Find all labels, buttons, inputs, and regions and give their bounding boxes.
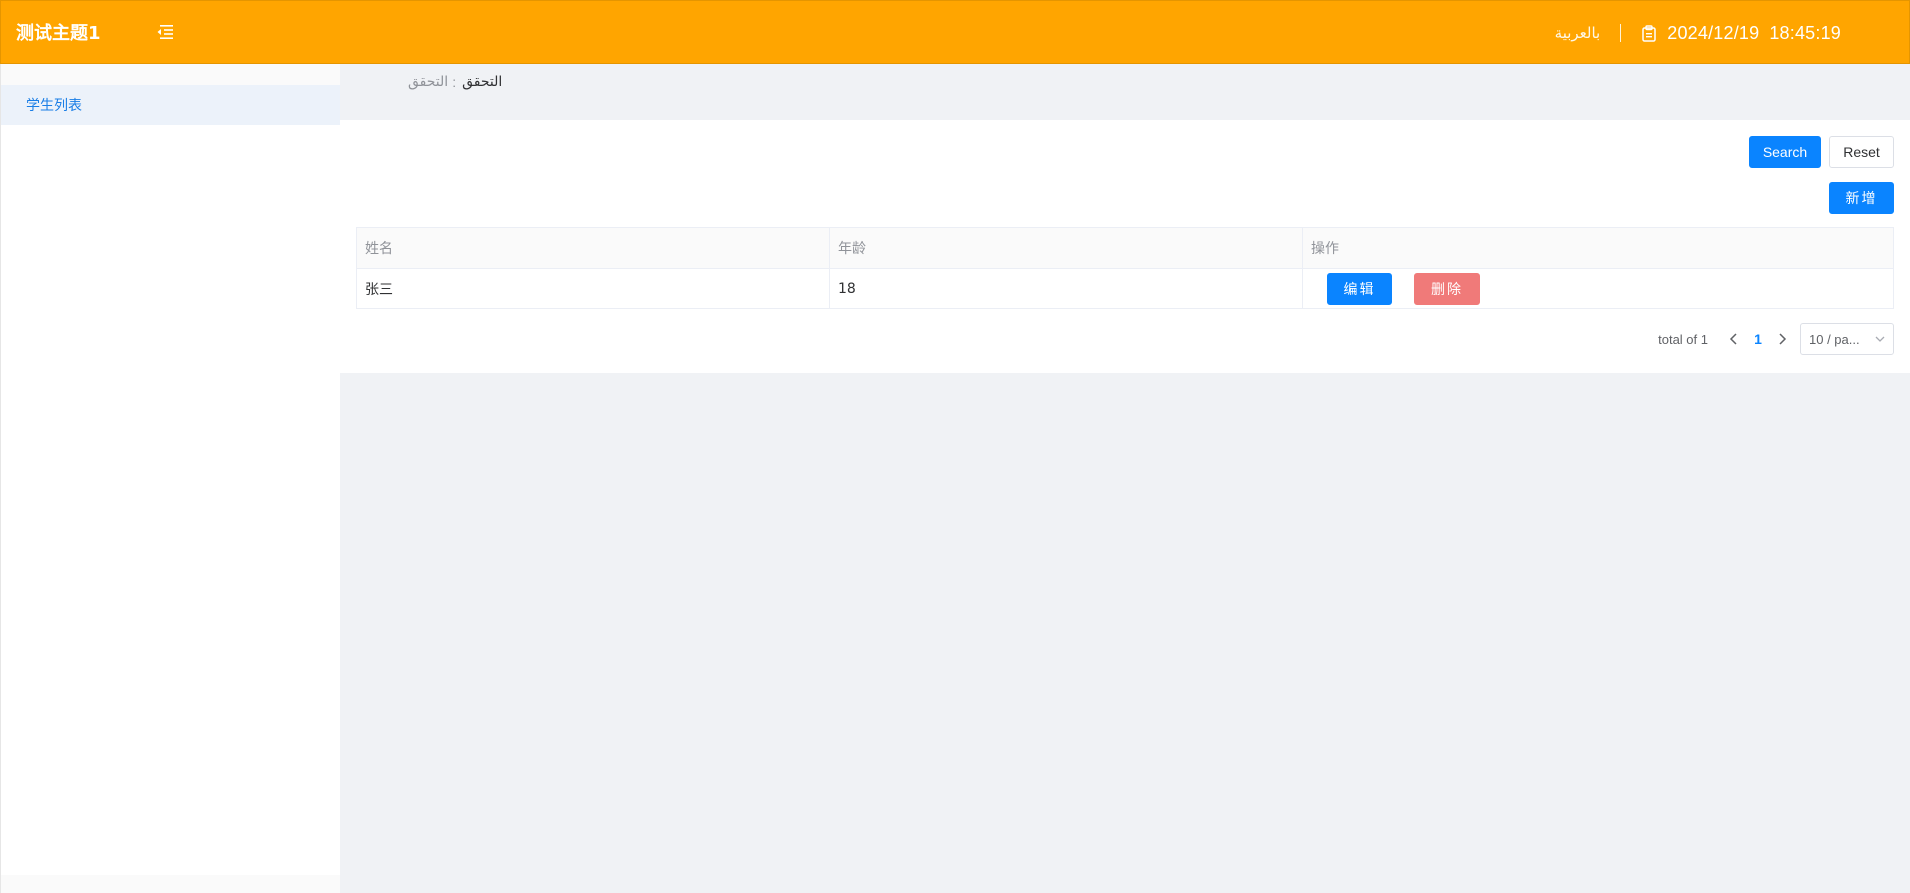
breadcrumb-bar: التحقق : التحقق — [340, 64, 1910, 120]
header-divider — [1620, 24, 1622, 42]
chevron-left-icon — [1729, 333, 1737, 345]
breadcrumb-separator: : — [452, 73, 457, 90]
sidebar-item-label: 学生列表 — [26, 98, 82, 114]
next-page-button[interactable] — [1770, 333, 1794, 345]
pagination-total: total of 1 — [1658, 331, 1708, 347]
menu-toggle-button[interactable] — [154, 21, 176, 43]
table-header-row: 姓名 年龄 操作 — [357, 228, 1893, 268]
table-row: 张三 18 编辑 删除 — [357, 268, 1893, 308]
sidebar-top-strip — [1, 64, 340, 85]
pagination: total of 1 1 10 / pa... — [1658, 323, 1894, 355]
search-button[interactable]: Search — [1749, 136, 1821, 168]
edit-button[interactable]: 编辑 — [1327, 273, 1392, 305]
header-right: بالعربية 2024/12/19 18:45:19 — [1555, 1, 1841, 65]
cell-actions: 编辑 删除 — [1303, 269, 1893, 308]
reset-button[interactable]: Reset — [1829, 136, 1894, 168]
breadcrumb-current: التحقق — [462, 73, 503, 89]
column-header-age: 年龄 — [830, 228, 1303, 268]
sidebar-item-student-list[interactable]: 学生列表 — [1, 85, 340, 125]
delete-button[interactable]: 删除 — [1414, 273, 1480, 305]
sidebar-bottom-strip — [1, 875, 340, 893]
chevron-right-icon — [1779, 333, 1787, 345]
breadcrumb-parent[interactable]: التحقق — [408, 73, 448, 90]
sidebar: 学生列表 — [0, 64, 340, 893]
page-size-select[interactable]: 10 / pa... — [1800, 323, 1894, 355]
breadcrumb: التحقق : التحقق — [408, 73, 502, 90]
student-table: 姓名 年龄 操作 张三 18 编辑 删除 — [356, 227, 1894, 309]
add-button[interactable]: 新增 — [1829, 182, 1894, 214]
top-header: 测试主题1 بالعربية 2024/12/19 18:45:19 — [0, 0, 1910, 64]
cell-age: 18 — [830, 269, 1303, 308]
calendar-icon — [1641, 24, 1659, 42]
page-number[interactable]: 1 — [1746, 331, 1770, 347]
language-switch[interactable]: بالعربية — [1555, 24, 1601, 42]
current-date: 2024/12/19 — [1667, 22, 1760, 43]
page-size-value: 10 / pa... — [1809, 331, 1860, 347]
column-header-name: 姓名 — [357, 228, 830, 268]
prev-page-button[interactable] — [1722, 333, 1746, 345]
current-datetime: 2024/12/19 18:45:19 — [1667, 23, 1841, 44]
chevron-down-icon — [1875, 336, 1885, 342]
app-title: 测试主题1 — [16, 23, 101, 44]
main-content: Search Reset 新增 姓名 年龄 操作 张三 18 编辑 删除 tot… — [340, 120, 1910, 373]
current-time: 18:45:19 — [1769, 22, 1841, 43]
outdent-icon — [157, 25, 173, 39]
cell-name: 张三 — [357, 269, 830, 308]
column-header-actions: 操作 — [1311, 241, 1339, 257]
